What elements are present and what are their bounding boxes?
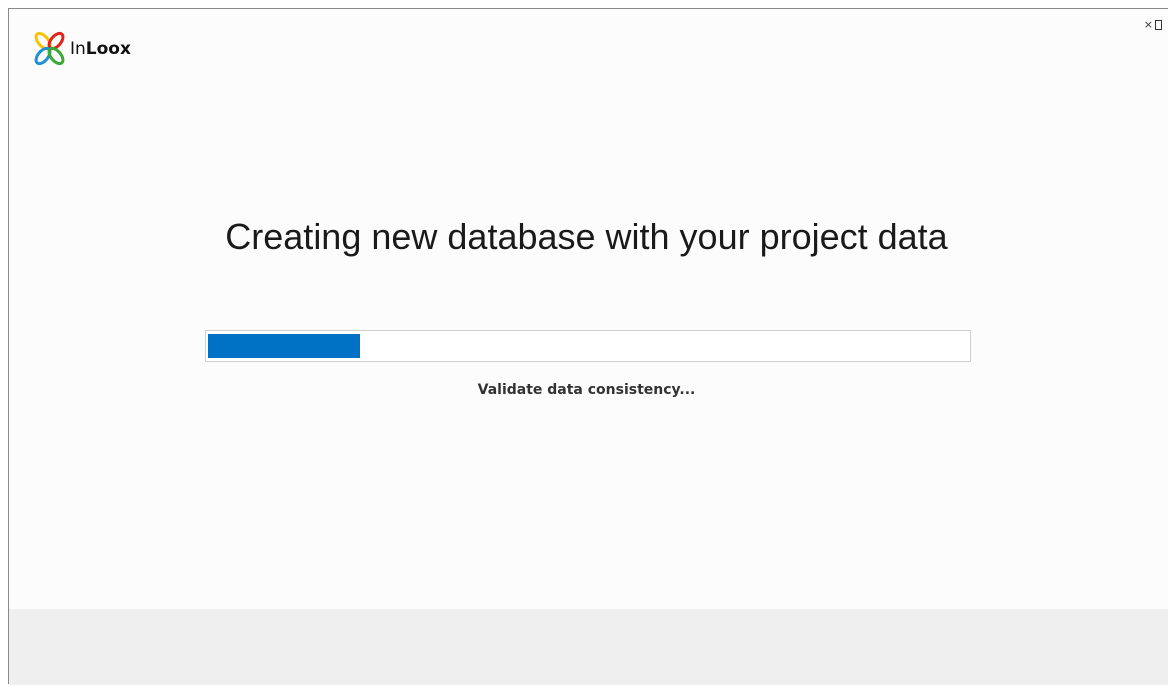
page-title: Creating new database with your project … [225, 216, 948, 257]
progress-bar [205, 330, 971, 362]
restore-button[interactable] [1155, 19, 1162, 30]
installer-window: InLoox × Creating new database with your… [8, 8, 1168, 685]
logo-text-light: In [70, 38, 86, 59]
footer-bar [9, 609, 1168, 685]
logo-text-bold: Loox [85, 38, 131, 59]
window-controls: × [1144, 19, 1162, 30]
progress-bar-fill [208, 334, 360, 358]
inloox-flower-icon [34, 31, 65, 66]
inloox-logo: InLoox [33, 31, 131, 67]
logo-wordmark: InLoox [70, 38, 131, 59]
close-button[interactable]: × [1144, 19, 1153, 30]
status-text: Validate data consistency... [477, 382, 696, 398]
